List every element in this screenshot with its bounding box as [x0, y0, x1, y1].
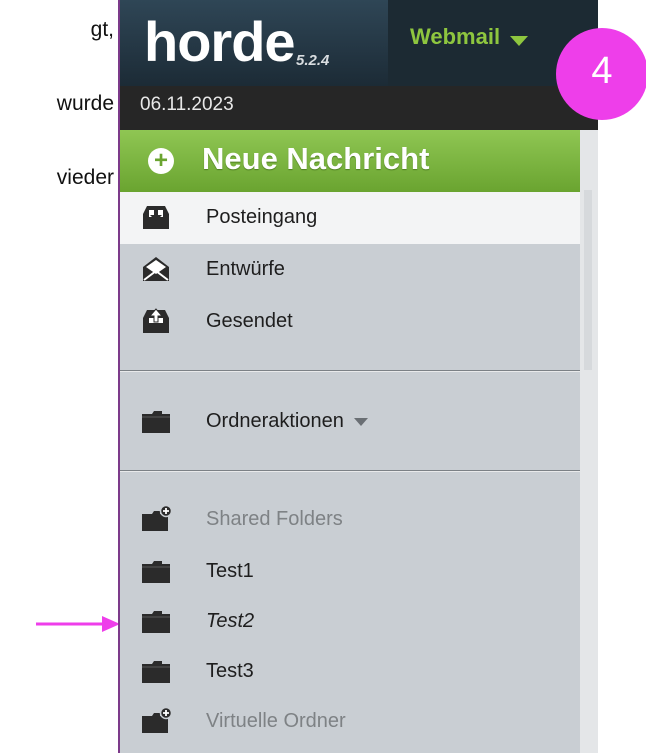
folder-icon	[142, 561, 170, 583]
version-label: 5.2.4	[296, 52, 330, 69]
sent-icon	[143, 308, 169, 333]
document-line: vieder	[56, 166, 114, 189]
sidebar-item-shared-folders[interactable]: Shared Folders	[120, 494, 580, 546]
sidebar-item-label: Gesendet	[206, 310, 293, 332]
logo-text: horde	[144, 10, 296, 73]
sidebar-item-gesendet[interactable]: Gesendet	[120, 296, 580, 348]
horde-webmail-window: horde 5.2.4 Webmail 06.11.2023 + Neue Na…	[118, 0, 598, 753]
sidebar-item-label: Test1	[206, 560, 254, 582]
plus-icon: +	[148, 148, 174, 174]
divider	[120, 371, 580, 372]
chevron-down-icon	[353, 417, 368, 426]
step-number: 4	[591, 50, 613, 92]
sidebar-item-label: Shared Folders	[206, 508, 343, 530]
new-message-label: Neue Nachricht	[202, 141, 430, 176]
folder-actions-text: Ordneraktionen	[206, 410, 344, 432]
document-line: wurde	[56, 92, 114, 115]
step-badge: 4	[556, 28, 646, 120]
top-bar: horde 5.2.4 Webmail	[120, 0, 598, 86]
sidebar-item-test1[interactable]: Test1	[120, 546, 580, 598]
folder-icon	[142, 411, 170, 433]
sidebar-scrollbar[interactable]	[580, 130, 598, 753]
sidebar-item-label: Test3	[206, 660, 254, 682]
arrow-icon	[36, 616, 120, 632]
sidebar-item-label: Posteingang	[206, 206, 318, 228]
virtual-folder-icon	[142, 706, 172, 733]
sidebar-item-label: Virtuelle Ordner	[206, 710, 346, 732]
inbox-icon	[143, 206, 169, 229]
sidebar-item-entwuerfe[interactable]: Entwürfe	[120, 244, 580, 296]
document-line: gt,	[90, 18, 114, 41]
sidebar-item-virtual-folders[interactable]: Virtuelle Ordner	[120, 696, 580, 748]
folder-actions-label: Ordneraktionen	[206, 410, 368, 433]
sidebar-item-label: Test2	[206, 610, 255, 632]
folder-actions-menu[interactable]: Ordneraktionen	[120, 396, 580, 448]
sidebar-item-test3[interactable]: Test3	[120, 646, 580, 698]
new-message-button[interactable]: + Neue Nachricht	[120, 130, 580, 192]
date-bar: 06.11.2023	[120, 86, 598, 130]
shared-folder-icon	[142, 504, 172, 531]
folder-icon	[142, 661, 170, 683]
sidebar-item-test2[interactable]: Test2	[120, 596, 580, 648]
chevron-down-icon	[510, 36, 528, 46]
current-date: 06.11.2023	[140, 94, 234, 115]
drafts-icon	[143, 257, 169, 281]
horde-logo[interactable]: horde 5.2.4	[120, 0, 388, 86]
divider	[120, 471, 580, 472]
sidebar-item-posteingang[interactable]: Posteingang	[120, 192, 580, 244]
folder-icon	[142, 611, 170, 633]
scrollbar-thumb[interactable]	[584, 190, 592, 370]
webmail-menu-label: Webmail	[410, 24, 501, 49]
sidebar-item-label: Entwürfe	[206, 258, 285, 280]
